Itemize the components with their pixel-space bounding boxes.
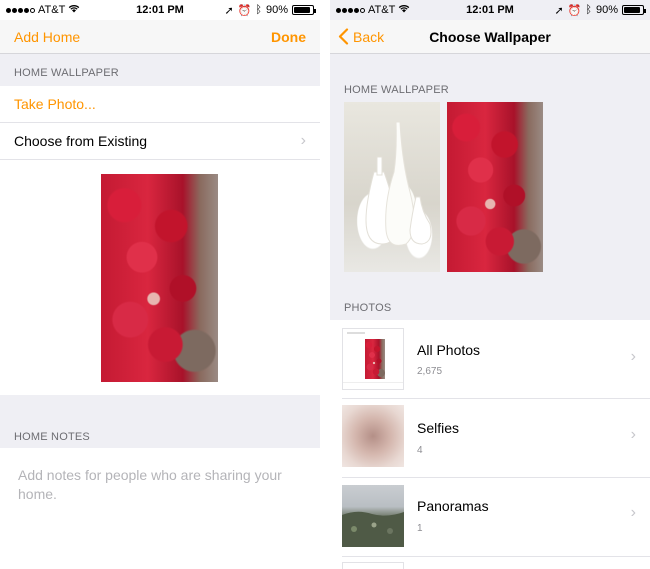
albums-list: All Photos 2,675 › Selfies 4 › Panoramas…	[330, 320, 650, 569]
add-home-screen: AT&T 12:01 PM ➚ ⏰ ᛒ 90% Add Home Done HO…	[0, 0, 320, 569]
wallpaper-option-vases[interactable]	[344, 102, 440, 272]
battery-icon	[292, 5, 316, 15]
wifi-icon	[398, 4, 410, 16]
vases-illustration	[365, 121, 432, 246]
battery-icon	[622, 5, 646, 15]
signal-icon	[336, 7, 365, 13]
battery-percent: 90%	[595, 4, 618, 16]
album-title: Panoramas	[417, 498, 489, 514]
add-home-button[interactable]: Add Home	[14, 29, 80, 45]
album-thumbnail-partial	[342, 562, 404, 569]
carrier-label: AT&T	[38, 4, 66, 16]
choose-wallpaper-screen: AT&T 12:01 PM ➚ ⏰ ᛒ 90% Back Choose Wall…	[330, 0, 650, 569]
section-header-home-wallpaper: HOME WALLPAPER	[344, 84, 449, 96]
section-header-photos: PHOTOS	[344, 302, 392, 314]
chevron-right-icon: ›	[300, 132, 306, 149]
album-row-selfies[interactable]: Selfies 4 ›	[330, 399, 650, 477]
location-icon: ➚	[554, 4, 564, 17]
done-button[interactable]: Done	[271, 29, 306, 45]
notes-section-bg: HOME NOTES	[0, 395, 320, 448]
carrier-label: AT&T	[368, 4, 396, 16]
nav-bar: Add Home Done	[0, 20, 320, 54]
status-bar: AT&T 12:01 PM ➚ ⏰ ᛒ 90%	[0, 0, 320, 20]
alarm-icon: ⏰	[567, 4, 582, 17]
album-count: 1	[417, 523, 423, 534]
section-header-home-wallpaper: HOME WALLPAPER	[14, 67, 119, 79]
album-row-panoramas[interactable]: Panoramas 1 ›	[330, 478, 650, 556]
album-title: All Photos	[417, 342, 481, 358]
location-icon: ➚	[224, 4, 234, 17]
choose-existing-row[interactable]: Choose from Existing ›	[0, 123, 320, 160]
back-button[interactable]: Back	[338, 28, 384, 45]
chevron-right-icon: ›	[630, 426, 636, 443]
album-count: 4	[417, 445, 423, 456]
alarm-icon: ⏰	[237, 4, 252, 17]
album-thumbnail	[342, 485, 404, 547]
chevron-right-icon: ›	[630, 504, 636, 521]
screen-divider	[320, 0, 330, 569]
take-photo-label: Take Photo...	[14, 96, 96, 112]
wallpaper-preview-area	[0, 160, 320, 395]
album-thumbnail	[342, 405, 404, 467]
album-thumbnail	[342, 328, 404, 390]
wifi-icon	[68, 4, 80, 16]
section-header-home-notes: HOME NOTES	[14, 431, 90, 443]
mini-wallpaper-thumb	[365, 339, 385, 379]
signal-icon	[6, 7, 35, 13]
chevron-right-icon: ›	[630, 348, 636, 365]
wallpaper-option-ivy[interactable]	[447, 102, 543, 272]
choose-existing-label: Choose from Existing	[14, 133, 148, 149]
status-bar: AT&T 12:01 PM ➚ ⏰ ᛒ 90%	[330, 0, 650, 20]
back-label: Back	[353, 28, 385, 45]
notes-placeholder: Add notes for people who are sharing you…	[18, 467, 282, 502]
bluetooth-icon: ᛒ	[255, 4, 262, 16]
wallpaper-section-bg: HOME WALLPAPER	[0, 54, 320, 86]
album-count: 2,675	[417, 366, 443, 377]
wallpaper-preview-image	[101, 174, 218, 382]
chevron-left-icon	[338, 28, 349, 45]
nav-bar: Back Choose Wallpaper	[330, 20, 650, 54]
battery-percent: 90%	[265, 4, 288, 16]
notes-field[interactable]: Add notes for people who are sharing you…	[0, 448, 320, 569]
album-title: Selfies	[417, 420, 460, 436]
bluetooth-icon: ᛒ	[585, 4, 592, 16]
album-row-all-photos[interactable]: All Photos 2,675 ›	[330, 320, 650, 398]
take-photo-row[interactable]: Take Photo...	[0, 86, 320, 123]
